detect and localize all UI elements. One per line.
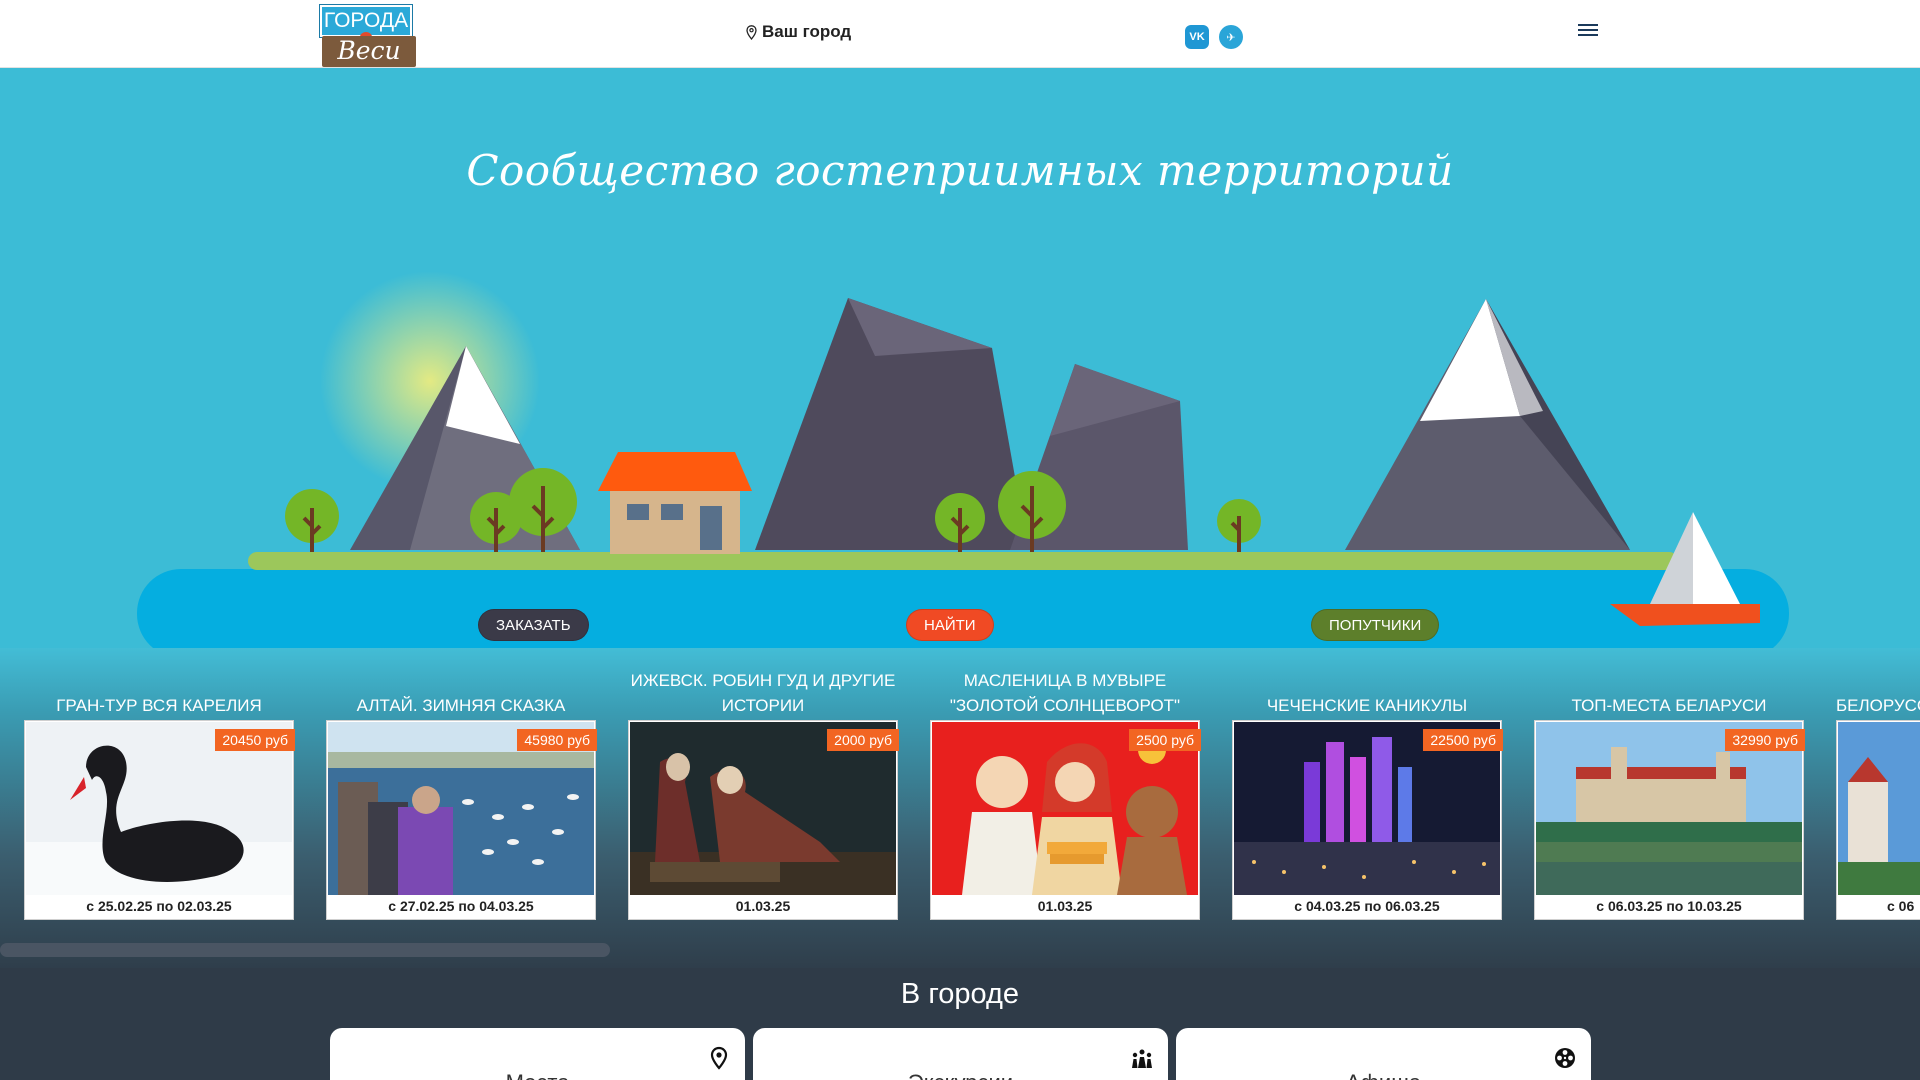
tour-card[interactable]: БЕЛОРУССКИЕ с 06 xyxy=(1836,668,1920,920)
tour-price: 22500 руб xyxy=(1423,729,1503,751)
in-city-tiles: Места Экскурсии Афиша xyxy=(330,1028,1591,1080)
tour-card[interactable]: ИЖЕВСК. РОБИН ГУД И ДРУГИЕ ИСТОРИИ 2000 … xyxy=(628,668,899,920)
tile-events[interactable]: Афиша xyxy=(1176,1028,1591,1080)
carousel-scrollbar[interactable] xyxy=(0,943,610,957)
tour-card[interactable]: ЧЕЧЕНСКИЕ КАНИКУЛЫ 22500 руб с 04.03.25 … xyxy=(1232,668,1503,920)
tour-title: ИЖЕВСК. РОБИН ГУД И ДРУГИЕ ИСТОРИИ xyxy=(630,671,896,715)
find-button[interactable]: НАЙТИ xyxy=(906,609,994,641)
tour-image-mir-castle xyxy=(1838,722,1920,895)
tile-label: Места xyxy=(330,1070,745,1080)
tour-date: с 25.02.25 по 02.03.25 xyxy=(86,898,232,914)
vk-icon[interactable]: VK xyxy=(1185,25,1209,49)
logo-bottom-text: Веси xyxy=(322,36,416,67)
tour-card-body: 22500 руб с 04.03.25 по 06.03.25 xyxy=(1232,720,1503,920)
tour-card[interactable]: ТОП-МЕСТА БЕЛАРУСИ 32990 руб с 06.03.25 … xyxy=(1534,668,1805,920)
social-links: VK ✈ xyxy=(1185,25,1243,49)
film-reel-icon xyxy=(1555,1048,1575,1068)
location-pin-icon xyxy=(746,24,757,40)
tour-title: АЛТАЙ. ЗИМНЯЯ СКАЗКА xyxy=(356,696,566,715)
tour-title: ЧЕЧЕНСКИЕ КАНИКУЛЫ xyxy=(1266,696,1468,715)
people-icon xyxy=(1132,1049,1152,1068)
tour-price: 45980 руб xyxy=(517,729,597,751)
tour-date: с 06 xyxy=(1887,898,1915,914)
tour-card[interactable]: ГРАН-ТУР ВСЯ КАРЕЛИЯ 20450 руб с 25.02.2… xyxy=(24,668,295,920)
site-header: ГОРОДА Веси Ваш город VK ✈ xyxy=(0,0,1920,68)
tour-price: 2500 руб xyxy=(1129,729,1201,751)
fellow-travelers-button[interactable]: ПОПУТЧИКИ xyxy=(1311,609,1440,641)
tile-places[interactable]: Места xyxy=(330,1028,745,1080)
tour-card[interactable]: МАСЛЕНИЦА В МУВЫРЕ "ЗОЛОТОЙ СОЛНЦЕВОРОТ" xyxy=(930,668,1201,920)
tour-price: 32990 руб xyxy=(1725,729,1805,751)
tour-date: 01.03.25 xyxy=(735,898,791,914)
hero-section: Сообщество гостеприимных территорий ЗАКА… xyxy=(0,68,1920,688)
tile-label: Экскурсии xyxy=(753,1070,1168,1080)
location-pin-icon xyxy=(710,1046,728,1070)
tour-date: 01.03.25 xyxy=(1037,898,1093,914)
telegram-icon[interactable]: ✈ xyxy=(1219,25,1243,49)
tour-date: с 04.03.25 по 06.03.25 xyxy=(1294,898,1440,914)
in-city-title: В городе xyxy=(900,978,1020,1010)
tour-title: БЕЛОРУССКИЕ xyxy=(1836,696,1920,715)
tour-card-body: 20450 руб с 25.02.25 по 02.03.25 xyxy=(24,720,295,920)
tour-price: 20450 руб xyxy=(215,729,295,751)
city-label: Ваш город xyxy=(762,22,852,41)
tour-card-body: 32990 руб с 06.03.25 по 10.03.25 xyxy=(1534,720,1805,920)
tour-card-body: 2000 руб 01.03.25 xyxy=(628,720,899,920)
site-logo[interactable]: ГОРОДА Веси xyxy=(320,5,416,67)
tour-card-body: 2500 руб 01.03.25 xyxy=(930,720,1201,920)
tour-date: с 06.03.25 по 10.03.25 xyxy=(1596,898,1742,914)
tour-title: ГРАН-ТУР ВСЯ КАРЕЛИЯ xyxy=(56,696,262,715)
order-button[interactable]: ЗАКАЗАТЬ xyxy=(478,609,589,641)
landscape-illustration xyxy=(137,271,1789,658)
tile-label: Афиша xyxy=(1176,1070,1591,1080)
city-selector[interactable]: Ваш город xyxy=(746,20,851,44)
in-city-section: В городе Места Экскурсии Афиша xyxy=(0,968,1920,1080)
tour-title: МАСЛЕНИЦА В МУВЫРЕ "ЗОЛОТОЙ СОЛНЦЕВОРОТ" xyxy=(949,671,1181,715)
hamburger-menu-icon[interactable] xyxy=(1578,24,1598,40)
tour-date: с 27.02.25 по 04.03.25 xyxy=(388,898,534,914)
tour-price: 2000 руб xyxy=(827,729,899,751)
tile-excursions[interactable]: Экскурсии xyxy=(753,1028,1168,1080)
tour-title: ТОП-МЕСТА БЕЛАРУСИ xyxy=(1571,696,1767,715)
tours-track: ГРАН-ТУР ВСЯ КАРЕЛИЯ 20450 руб с 25.02.2… xyxy=(24,668,1920,920)
tour-card-body: с 06 xyxy=(1836,720,1920,920)
tours-carousel: ГРАН-ТУР ВСЯ КАРЕЛИЯ 20450 руб с 25.02.2… xyxy=(0,648,1920,968)
tour-card-body: 45980 руб с 27.02.25 по 04.03.25 xyxy=(326,720,597,920)
tour-card[interactable]: АЛТАЙ. ЗИМНЯЯ СКАЗКА 45980 руб с 27.02.2… xyxy=(326,668,597,920)
